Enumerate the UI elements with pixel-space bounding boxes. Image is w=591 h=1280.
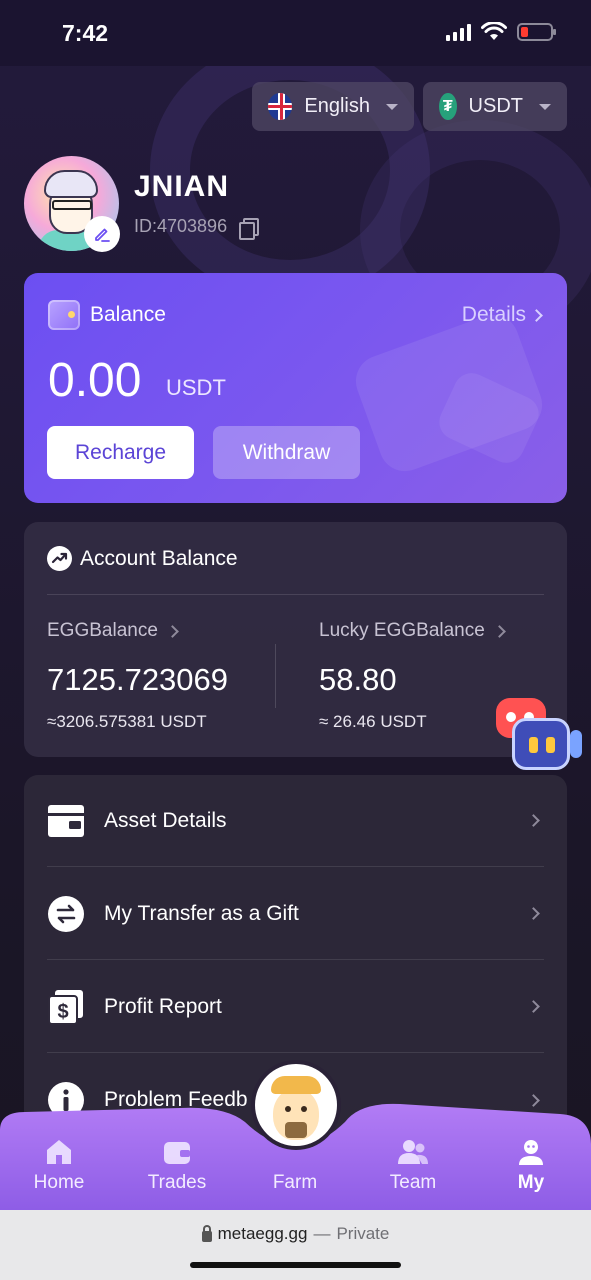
home-icon — [47, 1140, 71, 1164]
url-separator: — — [313, 1224, 331, 1243]
currency-selector[interactable]: ₮ USDT — [423, 82, 567, 131]
robot-icon — [512, 718, 570, 770]
language-label: English — [304, 95, 370, 117]
pencil-icon — [95, 228, 110, 242]
lucky-egg-balance-label: Lucky EGGBalance — [319, 620, 485, 641]
wallet-icon — [48, 300, 80, 330]
user-id-row: ID:4703896 — [134, 216, 260, 240]
account-balance-card: Account Balance EGGBalance 7125.723069 ≈… — [24, 522, 567, 757]
lucky-egg-balance-link[interactable]: Lucky EGGBalance — [319, 620, 506, 642]
egg-balance-value: 7125.723069 — [47, 662, 229, 697]
status-bar: 7:42 — [0, 0, 591, 66]
chevron-right-icon — [492, 624, 506, 638]
egg-balance-usdt: ≈3206.575381 USDT — [47, 712, 207, 731]
caret-down-icon — [539, 103, 551, 110]
battery-icon — [517, 23, 556, 41]
copy-icon[interactable] — [239, 217, 260, 240]
chevron-right-icon — [166, 624, 179, 638]
nav-trades[interactable]: Trades — [127, 1138, 227, 1194]
farm-button[interactable] — [251, 1060, 341, 1150]
menu-item-transfer-gift[interactable]: My Transfer as a Gift — [47, 868, 544, 960]
chevron-right-icon — [530, 308, 543, 322]
transfer-icon — [47, 895, 85, 933]
address-bar[interactable]: metaegg.gg — Private — [0, 1224, 591, 1244]
menu-item-profit-report[interactable]: $ Profit Report — [47, 961, 544, 1053]
status-time: 7:42 — [62, 20, 109, 46]
balance-details-link[interactable]: Details — [461, 303, 543, 327]
wifi-icon — [481, 22, 507, 40]
nav-label: Trades — [147, 1172, 207, 1193]
wallet-icon — [164, 1142, 190, 1164]
browser-bar: metaegg.gg — Private — [0, 1210, 591, 1280]
support-robot-button[interactable] — [496, 698, 591, 778]
currency-label: USDT — [468, 95, 523, 117]
status-icons — [446, 22, 556, 42]
chick-mascot-icon — [255, 1064, 337, 1146]
menu-item-label: Profit Report — [104, 994, 222, 1018]
nav-label: Home — [33, 1172, 85, 1193]
user-icon — [519, 1140, 543, 1165]
withdraw-button[interactable]: Withdraw — [213, 426, 360, 479]
nav-label: Team — [389, 1172, 437, 1193]
caret-down-icon — [386, 103, 398, 110]
edit-avatar-button[interactable] — [84, 216, 120, 252]
profit-report-icon: $ — [47, 988, 85, 1026]
signal-icon — [446, 23, 471, 41]
chevron-right-icon — [527, 907, 540, 920]
nav-home[interactable]: Home — [9, 1138, 109, 1194]
nav-label: Farm — [272, 1172, 318, 1193]
balance-amount: 0.00 — [48, 354, 142, 407]
balance-title: Balance — [90, 303, 166, 326]
chevron-right-icon — [527, 814, 540, 827]
nav-team[interactable]: Team — [363, 1138, 463, 1194]
lock-icon — [201, 1224, 212, 1242]
lucky-egg-balance-value: 58.80 — [319, 662, 397, 697]
url-domain: metaegg.gg — [217, 1224, 308, 1243]
trend-icon — [47, 546, 72, 571]
lucky-egg-balance-usdt: ≈ 26.46 USDT — [319, 712, 427, 731]
team-icon — [398, 1140, 428, 1164]
menu-item-asset-details[interactable]: Asset Details — [47, 775, 544, 867]
username: JNIAN — [134, 170, 230, 203]
balance-card: Balance Details 0.00 USDT Recharge Withd… — [24, 273, 567, 503]
nav-label: My — [517, 1172, 545, 1193]
nav-farm[interactable]: Farm — [245, 1170, 345, 1194]
private-label: Private — [336, 1224, 390, 1243]
divider — [47, 594, 544, 595]
home-indicator[interactable] — [190, 1262, 401, 1268]
balance-unit: USDT — [166, 375, 226, 400]
tether-icon: ₮ — [439, 93, 457, 120]
uk-flag-icon — [268, 93, 293, 120]
svg-text:$: $ — [57, 1001, 68, 1023]
menu-item-label: My Transfer as a Gift — [104, 901, 299, 925]
egg-balance-link[interactable]: EGGBalance — [47, 620, 179, 642]
user-id: ID:4703896 — [134, 216, 228, 236]
language-selector[interactable]: English — [252, 82, 414, 131]
chevron-right-icon — [527, 1000, 540, 1013]
column-divider — [275, 644, 276, 708]
account-balance-title: Account Balance — [80, 547, 238, 570]
egg-balance-label: EGGBalance — [47, 620, 158, 641]
recharge-button[interactable]: Recharge — [47, 426, 194, 479]
details-label: Details — [461, 303, 526, 326]
menu-item-label: Asset Details — [104, 808, 227, 832]
nav-my[interactable]: My — [481, 1138, 581, 1194]
asset-card-icon — [47, 802, 85, 840]
